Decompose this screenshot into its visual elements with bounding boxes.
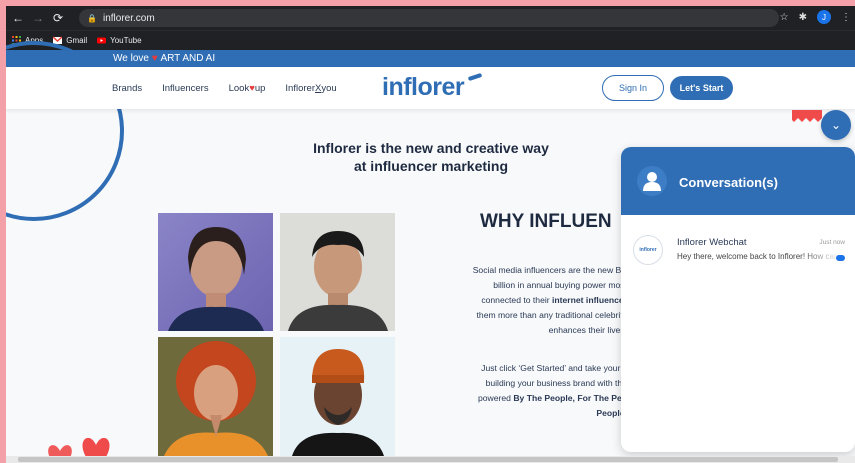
bookmark-label: Gmail (66, 36, 88, 45)
chat-collapse-button[interactable]: ⌄ (821, 110, 851, 140)
p1-line-4: them more than any traditional celebrity (476, 310, 627, 320)
address-bar[interactable]: 🔒 inflorer.com (79, 9, 779, 27)
back-arrow-icon[interactable]: ← (10, 11, 26, 25)
hero-tagline: Inflorer is the new and creative way at … (296, 139, 566, 175)
nav-inflorerxyou[interactable]: InflorerXyou (285, 83, 336, 94)
toolbar-actions: ☆ ✱ J ⋮ (780, 10, 851, 24)
youtube-icon (97, 37, 107, 44)
url-text: inflorer.com (102, 12, 155, 24)
decorative-zigzag (792, 110, 822, 122)
forward-arrow-icon[interactable]: → (30, 11, 46, 25)
bookmark-star-icon[interactable]: ☆ (780, 12, 789, 23)
menu-kebab-icon[interactable]: ⋮ (841, 12, 851, 23)
p1-line-3: connected to their internet influencer (437, 293, 627, 308)
main-nav: Brands Influencers Look♥up InflorerXyou (112, 83, 337, 94)
chevron-down-icon: ⌄ (830, 118, 842, 132)
conversation-name: Inflorer Webchat (677, 237, 747, 248)
nav-brands[interactable]: Brands (112, 83, 142, 94)
conversation-item[interactable]: inflorer Inflorer Webchat Just now Hey t… (621, 221, 855, 271)
browser-window: ← → ⟳ 🔒 inflorer.com ☆ ✱ J ⋮ Apps Gmail … (6, 6, 855, 463)
promo-banner: We love ♥ ART AND AI (6, 50, 855, 67)
site-header: Brands Influencers Look♥up InflorerXyou … (6, 67, 855, 109)
lock-icon: 🔒 (87, 13, 97, 23)
banner-suffix: ART AND AI (160, 53, 216, 64)
p2-line-4: People. (596, 408, 627, 418)
p2-line-3-bold: By The People, For The Peo (513, 393, 627, 403)
bookmarks-bar: Apps Gmail YouTube (6, 30, 855, 50)
influencer-photo-3 (158, 337, 273, 456)
chat-header: Conversation(s) (621, 147, 855, 215)
site-logo[interactable]: inflorer (382, 73, 465, 102)
nav-lookup-prefix: Look (228, 83, 250, 94)
scrollbar-thumb[interactable] (18, 457, 838, 462)
why-paragraph-1: Social media influencers are the new Bil… (437, 263, 627, 338)
tagline-line-2: at influencer marketing (353, 158, 509, 174)
nav-inflorerxyou-suffix: you (321, 83, 337, 94)
influencer-photo-1 (158, 213, 273, 331)
heart-icon: ♥ (148, 53, 161, 64)
conversation-preview: Hey there, welcome back to Inflorer! How… (677, 252, 841, 261)
chat-title: Conversation(s) (679, 175, 778, 190)
nav-influencers[interactable]: Influencers (162, 83, 208, 94)
reload-icon[interactable]: ⟳ (50, 11, 66, 25)
p2-line-2: building your business brand with the (485, 378, 627, 388)
p1-line-5: enhances their lives. (548, 325, 627, 335)
why-paragraph-2: Just click ‘Get Started’ and take your f… (447, 361, 627, 421)
influencer-photo-2 (280, 213, 395, 331)
p1-line-1: Social media influencers are the new Bil… (472, 265, 627, 275)
unread-indicator-icon (836, 255, 845, 261)
sign-in-button[interactable]: Sign In (602, 75, 664, 101)
chat-widget: Conversation(s) inflorer Inflorer Webcha… (621, 147, 855, 452)
p2-line-3-text: powered (477, 393, 511, 403)
extensions-puzzle-icon[interactable]: ✱ (799, 12, 807, 23)
nav-lookup[interactable]: Look♥up (229, 83, 266, 94)
p2-line-3: powered By The People, For The Peo (447, 391, 627, 406)
p1-line-3-text: connected to their (481, 295, 550, 305)
profile-avatar[interactable]: J (817, 10, 831, 24)
logo-swoosh (467, 72, 483, 82)
p1-line-2: billion in annual buying power most (493, 280, 627, 290)
browser-toolbar: ← → ⟳ 🔒 inflorer.com ☆ ✱ J ⋮ (6, 6, 855, 30)
nav-lookup-suffix: up (254, 83, 266, 94)
tagline-line-1: Inflorer is the new and creative way (313, 140, 549, 156)
user-avatar-icon (637, 166, 667, 196)
nav-inflorerxyou-prefix: Inflorer (285, 83, 315, 94)
section-heading: WHY INFLUEN (480, 211, 612, 232)
conversation-avatar: inflorer (633, 235, 663, 265)
p1-line-3-bold: internet influencer (552, 295, 627, 305)
conversation-time: Just now (819, 239, 845, 246)
p2-line-1: Just click ‘Get Started’ and take your f… (481, 363, 627, 373)
lets-start-button[interactable]: Let's Start (670, 76, 733, 100)
bookmark-label: YouTube (110, 36, 142, 45)
influencer-photo-4 (280, 337, 395, 456)
banner-prefix: We love (113, 53, 149, 64)
bookmark-youtube[interactable]: YouTube (97, 36, 142, 45)
